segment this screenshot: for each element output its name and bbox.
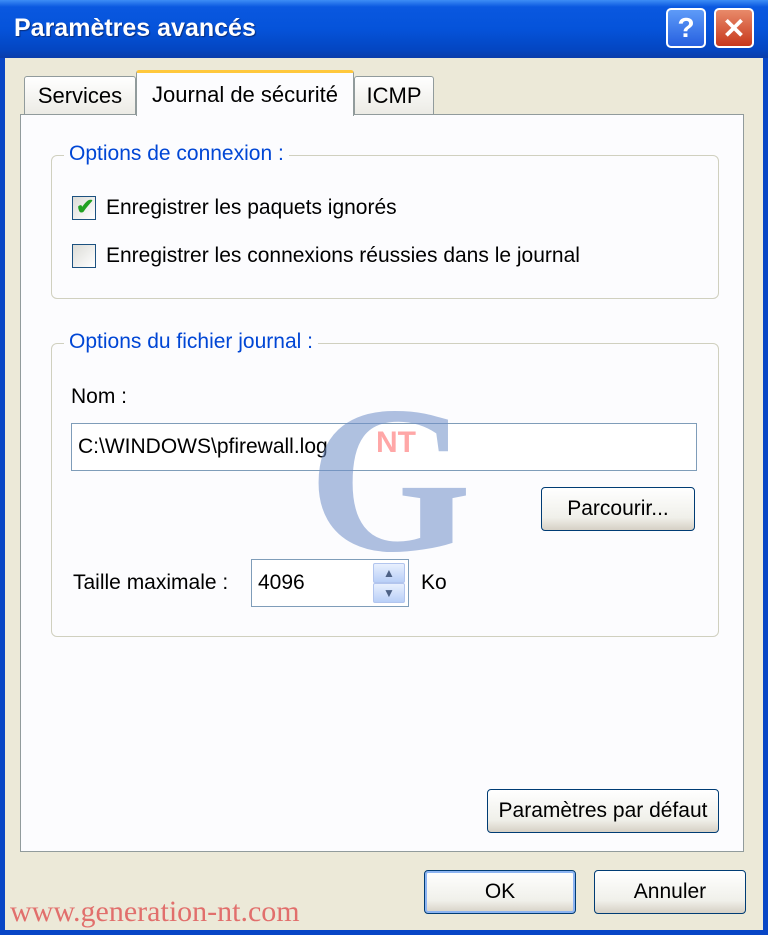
help-button[interactable]: ? (666, 8, 706, 48)
svg-text:G: G (308, 375, 471, 575)
help-icon: ? (677, 12, 695, 43)
connection-options-group: Options de connexion : ✔ Enregistrer les… (51, 142, 719, 299)
window-frame-left (0, 58, 5, 935)
title-bar[interactable]: Paramètres avancés ? ✕ (0, 0, 768, 58)
log-dropped-packets-label: Enregistrer les paquets ignorés (106, 196, 397, 219)
checkbox-box[interactable] (72, 244, 96, 268)
watermark-logo: G (308, 375, 471, 575)
log-dropped-packets-checkbox[interactable]: ✔ Enregistrer les paquets ignorés (72, 194, 397, 220)
checkbox-box[interactable]: ✔ (72, 194, 96, 220)
log-file-options-legend: Options du fichier journal : (64, 330, 318, 354)
max-size-label: Taille maximale : (73, 571, 229, 594)
browse-button[interactable]: Parcourir... (541, 487, 695, 531)
checkmark-icon: ✔ (76, 194, 95, 219)
name-label: Nom : (71, 385, 128, 408)
log-successful-connections-label: Enregistrer les connexions réussies dans… (106, 244, 580, 267)
advanced-settings-dialog: Paramètres avancés ? ✕ Services Journal … (0, 0, 768, 935)
log-successful-connections-checkbox[interactable]: Enregistrer les connexions réussies dans… (72, 244, 580, 268)
tab-icmp[interactable]: ICMP (354, 76, 434, 114)
window-frame-right (763, 58, 768, 935)
tab-services[interactable]: Services (24, 76, 136, 114)
restore-defaults-button[interactable]: Paramètres par défaut (487, 789, 719, 833)
tab-security-log[interactable]: Journal de sécurité (136, 70, 354, 116)
connection-options-legend: Options de connexion : (64, 142, 289, 166)
spin-down-icon[interactable]: ▼ (373, 583, 405, 603)
cancel-button[interactable]: Annuler (594, 870, 746, 914)
close-icon: ✕ (722, 12, 746, 44)
window-title: Paramètres avancés (14, 14, 256, 42)
close-button[interactable]: ✕ (714, 8, 754, 48)
watermark-url: www.generation-nt.com (10, 895, 300, 928)
window-frame-bottom (0, 930, 768, 935)
watermark-nt-text: NT (376, 426, 416, 459)
ok-button[interactable]: OK (424, 870, 576, 914)
